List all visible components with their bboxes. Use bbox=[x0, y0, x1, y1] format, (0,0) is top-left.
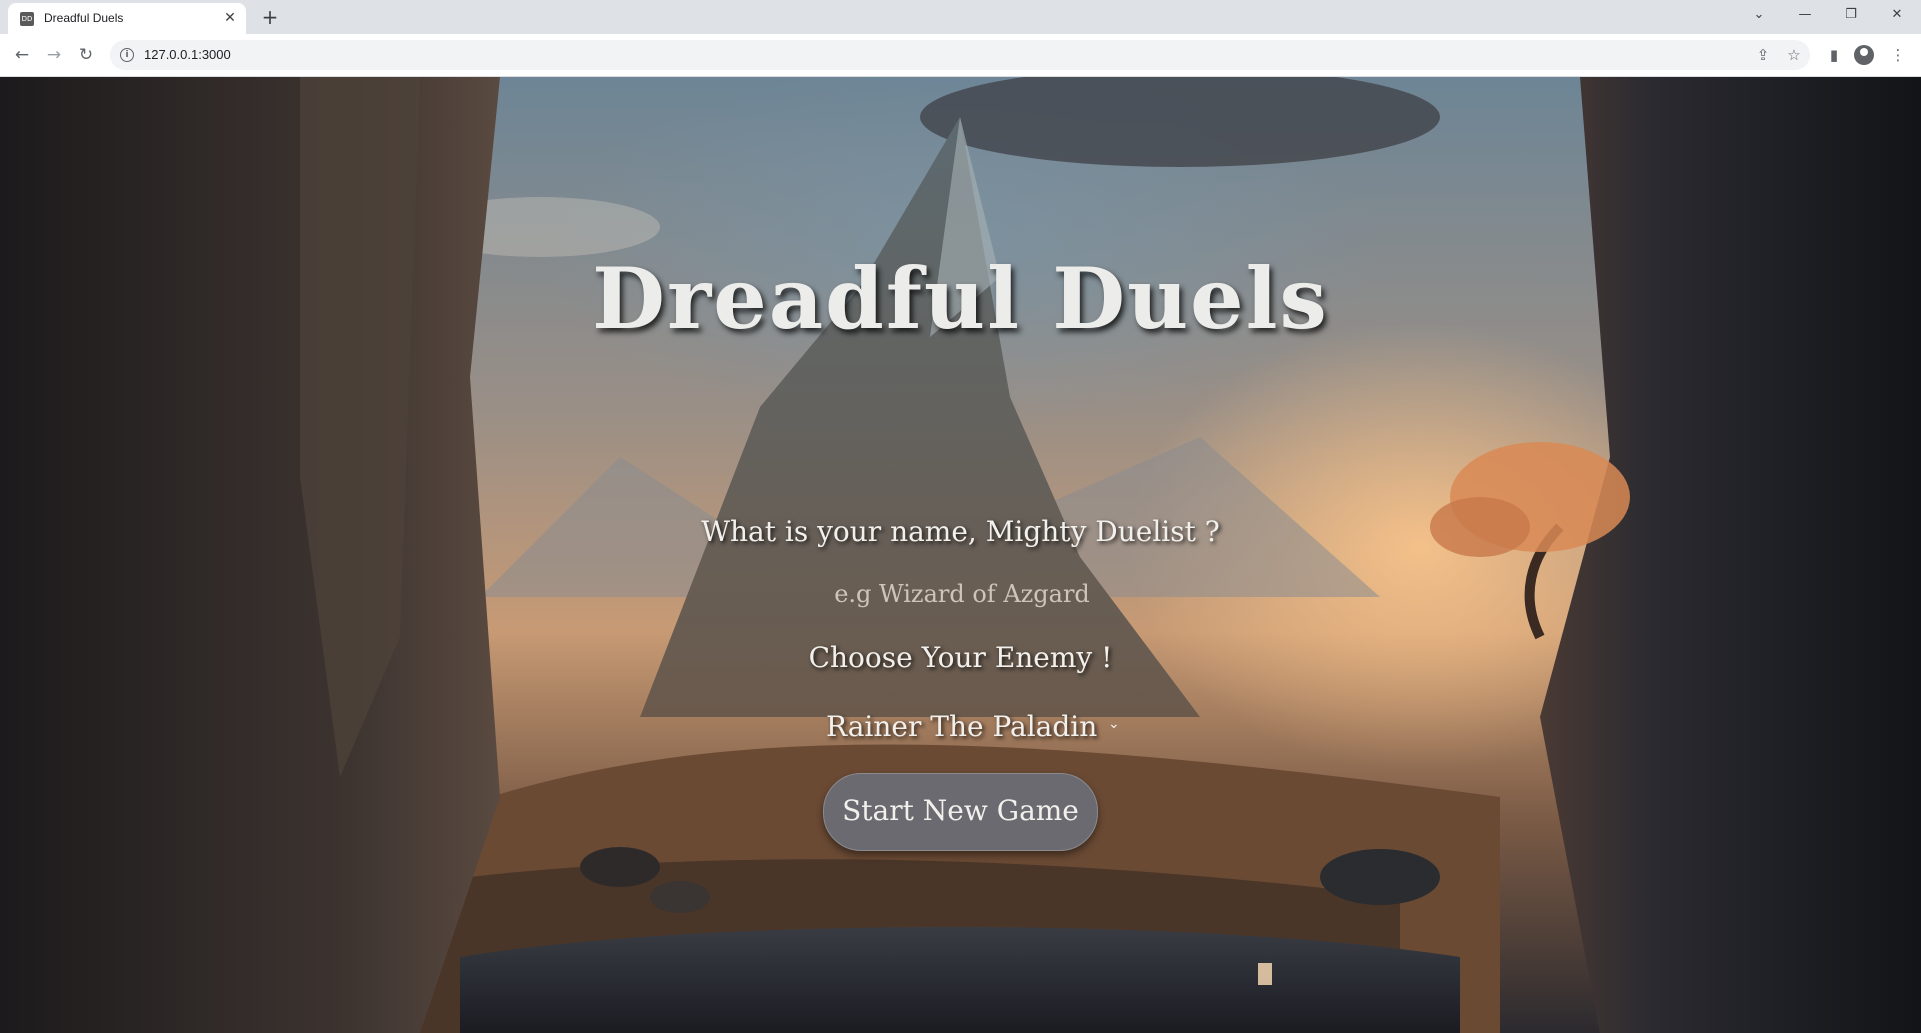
profile-icon[interactable] bbox=[1854, 45, 1874, 65]
favicon-icon: DD bbox=[20, 12, 34, 26]
forward-arrow-icon[interactable]: → bbox=[42, 43, 66, 67]
new-tab-icon[interactable]: + bbox=[258, 6, 282, 30]
kebab-menu-icon[interactable]: ⋮ bbox=[1886, 43, 1910, 67]
tab-strip: DD Dreadful Duels ✕ + ⌄ — ❐ ✕ bbox=[0, 0, 1921, 34]
url-text[interactable]: 127.0.0.1:3000 bbox=[144, 47, 231, 62]
tab-title: Dreadful Duels bbox=[44, 11, 124, 25]
minimize-icon[interactable]: — bbox=[1790, 4, 1820, 26]
chevron-down-icon: ⌄ bbox=[1108, 716, 1120, 732]
player-name-input[interactable] bbox=[760, 571, 1164, 617]
reload-icon[interactable]: ↻ bbox=[74, 43, 98, 67]
star-icon[interactable]: ☆ bbox=[1782, 43, 1806, 67]
close-window-icon[interactable]: ✕ bbox=[1882, 4, 1912, 26]
back-arrow-icon[interactable]: ← bbox=[10, 43, 34, 67]
fantasy-landscape-background bbox=[0, 77, 1921, 1033]
address-bar[interactable]: i 127.0.0.1:3000 bbox=[110, 40, 1810, 70]
site-info-icon[interactable]: i bbox=[120, 48, 134, 62]
start-new-game-button[interactable]: Start New Game bbox=[823, 773, 1098, 851]
enemy-select[interactable]: Rainer The Paladin ⌄ bbox=[812, 705, 1132, 749]
game-title: Dreadful Duels bbox=[592, 249, 1329, 348]
browser-toolbar: ← → ↻ i 127.0.0.1:3000 ⇪ ☆ ▮ ⋮ bbox=[0, 34, 1921, 77]
name-prompt: What is your name, Mighty Duelist ? bbox=[701, 515, 1220, 548]
close-tab-icon[interactable]: ✕ bbox=[222, 10, 238, 26]
share-icon[interactable]: ⇪ bbox=[1751, 43, 1775, 67]
enemy-select-value: Rainer The Paladin bbox=[826, 710, 1098, 743]
enemy-prompt: Choose Your Enemy ! bbox=[808, 641, 1113, 674]
restore-icon[interactable]: ❐ bbox=[1836, 4, 1866, 26]
browser-tab[interactable]: DD Dreadful Duels ✕ bbox=[8, 3, 246, 34]
side-panel-icon[interactable]: ▮ bbox=[1822, 43, 1846, 67]
game-landing-page: Dreadful Duels What is your name, Mighty… bbox=[0, 77, 1921, 1033]
tab-search-icon[interactable]: ⌄ bbox=[1744, 4, 1774, 26]
